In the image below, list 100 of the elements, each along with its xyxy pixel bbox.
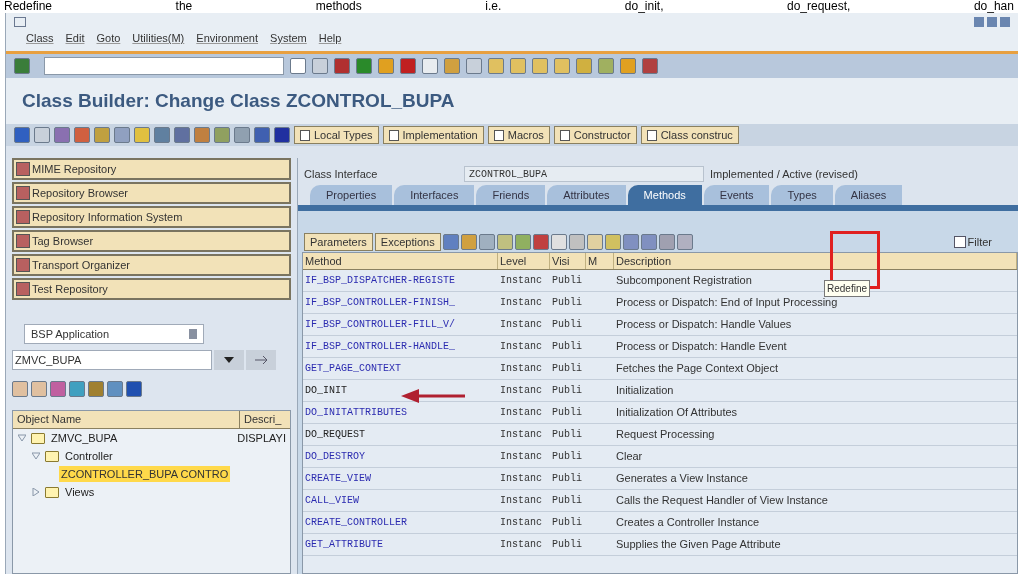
toolbar-button[interactable]: Implementation <box>382 126 484 144</box>
tab[interactable]: Interfaces <box>394 185 475 205</box>
method-name[interactable]: DO_REQUEST <box>303 427 498 442</box>
tab[interactable]: Friends <box>476 185 546 205</box>
method-name[interactable]: IF_BSP_DISPATCHER-REGISTE <box>303 273 498 288</box>
toolbar-icon[interactable] <box>640 234 657 250</box>
toolbar-icon[interactable] <box>676 234 693 250</box>
toolbar-icon[interactable] <box>554 58 570 74</box>
toolbar-icon[interactable] <box>31 381 47 397</box>
toolbar-icon[interactable] <box>550 234 567 250</box>
tab[interactable]: Attributes <box>547 185 626 205</box>
toolbar-icon[interactable] <box>378 58 394 74</box>
expanded-triangle-icon[interactable] <box>31 451 41 461</box>
repository-button[interactable]: Transport Organizer <box>12 254 291 276</box>
method-name[interactable]: IF_BSP_CONTROLLER-FILL_V/ <box>303 317 498 332</box>
column-header[interactable]: Object Name <box>13 411 240 428</box>
method-name[interactable]: IF_BSP_CONTROLLER-FINISH_ <box>303 295 498 310</box>
method-name[interactable]: DO_INIT <box>303 383 498 398</box>
tab[interactable]: Aliases <box>834 185 903 205</box>
method-name[interactable]: CALL_VIEW <box>303 493 498 508</box>
tab[interactable]: Methods <box>627 185 702 205</box>
toolbar-icon[interactable] <box>12 381 28 397</box>
menu-item[interactable]: Goto <box>96 30 121 47</box>
repository-button[interactable]: Test Repository <box>12 278 291 300</box>
tree-node[interactable]: ZMVC_BUPA <box>49 429 120 447</box>
filter-checkbox[interactable] <box>953 236 966 248</box>
command-field[interactable] <box>44 57 284 75</box>
window-menu-icon[interactable] <box>14 17 26 27</box>
toolbar-icon[interactable] <box>510 58 526 74</box>
toolbar-icon[interactable] <box>576 58 592 74</box>
column-header[interactable]: M <box>586 253 614 269</box>
menu-item[interactable]: System <box>270 30 307 47</box>
method-name[interactable]: DO_INITATTRIBUTES <box>303 405 498 420</box>
toolbar-button[interactable]: Parameters <box>304 233 373 251</box>
toolbar-icon[interactable] <box>488 58 504 74</box>
collapsed-triangle-icon[interactable] <box>31 487 41 497</box>
repository-button[interactable]: MIME Repository <box>12 158 291 180</box>
menu-item[interactable]: Help <box>318 30 342 47</box>
toolbar-icon[interactable] <box>658 234 675 250</box>
toolbar-icon[interactable] <box>604 234 621 250</box>
toolbar-icon[interactable] <box>134 127 150 143</box>
tab[interactable]: Events <box>703 185 770 205</box>
method-name[interactable]: DO_DESTROY <box>303 449 498 464</box>
toolbar-icon[interactable] <box>514 234 531 250</box>
caption-word: methods <box>315 0 362 13</box>
toolbar-icon[interactable] <box>598 58 614 74</box>
toolbar-icon[interactable] <box>126 381 142 397</box>
toolbar-icon[interactable] <box>422 58 438 74</box>
method-name[interactable]: GET_PAGE_CONTEXT <box>303 361 498 376</box>
tab[interactable]: Properties <box>310 185 393 205</box>
tree-node[interactable]: ZCONTROLLER_BUPA CONTRO <box>59 465 231 483</box>
toolbar-icon[interactable] <box>532 58 548 74</box>
object-type-dropdown[interactable]: BSP Application <box>24 324 204 344</box>
caption-word: do_init, <box>624 0 664 13</box>
method-name[interactable]: IF_BSP_CONTROLLER-HANDLE_ <box>303 339 498 354</box>
toolbar-icon[interactable] <box>444 58 460 74</box>
expanded-triangle-icon[interactable] <box>17 433 27 443</box>
toolbar-icon[interactable] <box>478 234 495 250</box>
menu-item[interactable]: Environment <box>196 30 259 47</box>
toolbar-button[interactable]: Macros <box>487 126 550 144</box>
method-name[interactable]: GET_ATTRIBUTE <box>303 537 498 552</box>
column-header[interactable]: Descri_ <box>240 411 290 428</box>
toolbar-button[interactable]: Exceptions <box>374 233 441 251</box>
toolbar-button[interactable]: Class construc <box>640 126 739 144</box>
repository-button[interactable]: Repository Information System <box>12 206 291 228</box>
repository-button[interactable]: Tag Browser <box>12 230 291 252</box>
method-name[interactable]: CREATE_VIEW <box>303 471 498 486</box>
repository-button[interactable]: Repository Browser <box>12 182 291 204</box>
toolbar-button[interactable]: Constructor <box>553 126 637 144</box>
tree-node[interactable]: Views <box>63 483 97 501</box>
toolbar-icon[interactable] <box>568 234 585 250</box>
object-name-field[interactable]: ZMVC_BUPA <box>12 350 212 370</box>
toolbar-icon[interactable] <box>312 58 328 74</box>
tab[interactable]: Types <box>771 185 833 205</box>
toolbar-icon[interactable] <box>460 234 477 250</box>
toolbar-icon[interactable] <box>620 58 636 74</box>
toolbar-icon[interactable] <box>622 234 639 250</box>
menu-item[interactable]: Edit <box>65 30 85 47</box>
toolbar-icon[interactable] <box>466 58 482 74</box>
toolbar-icon[interactable] <box>532 234 549 250</box>
toolbar-icon[interactable] <box>586 234 603 250</box>
table-cell-text: Process or Dispatch: End of Input Processing <box>615 295 839 311</box>
method-name[interactable]: CREATE_CONTROLLER <box>303 515 498 530</box>
toolbar-button[interactable]: Local Types <box>294 126 379 144</box>
toolbar-icon[interactable] <box>34 127 50 143</box>
menu-item[interactable]: Class <box>26 30 54 47</box>
class-name-field[interactable]: ZCONTROL_BUPA <box>464 166 704 182</box>
dropdown-button[interactable] <box>214 350 244 370</box>
menu-item[interactable]: Utilities(M) <box>132 30 185 47</box>
column-header[interactable]: Visi <box>550 253 586 269</box>
column-header[interactable]: Description <box>614 253 1017 269</box>
column-header[interactable]: Level <box>498 253 550 269</box>
toolbar-icon[interactable] <box>274 127 290 143</box>
column-header[interactable]: Method <box>303 253 498 269</box>
toolbar-icon[interactable] <box>496 234 513 250</box>
toolbar-icon[interactable] <box>94 127 110 143</box>
toolbar-icon[interactable] <box>290 58 306 74</box>
toolbar-icon[interactable] <box>442 234 459 250</box>
tree-node[interactable]: Controller <box>63 447 115 465</box>
table-cell-text: Fetches the Page Context Object <box>615 361 780 377</box>
